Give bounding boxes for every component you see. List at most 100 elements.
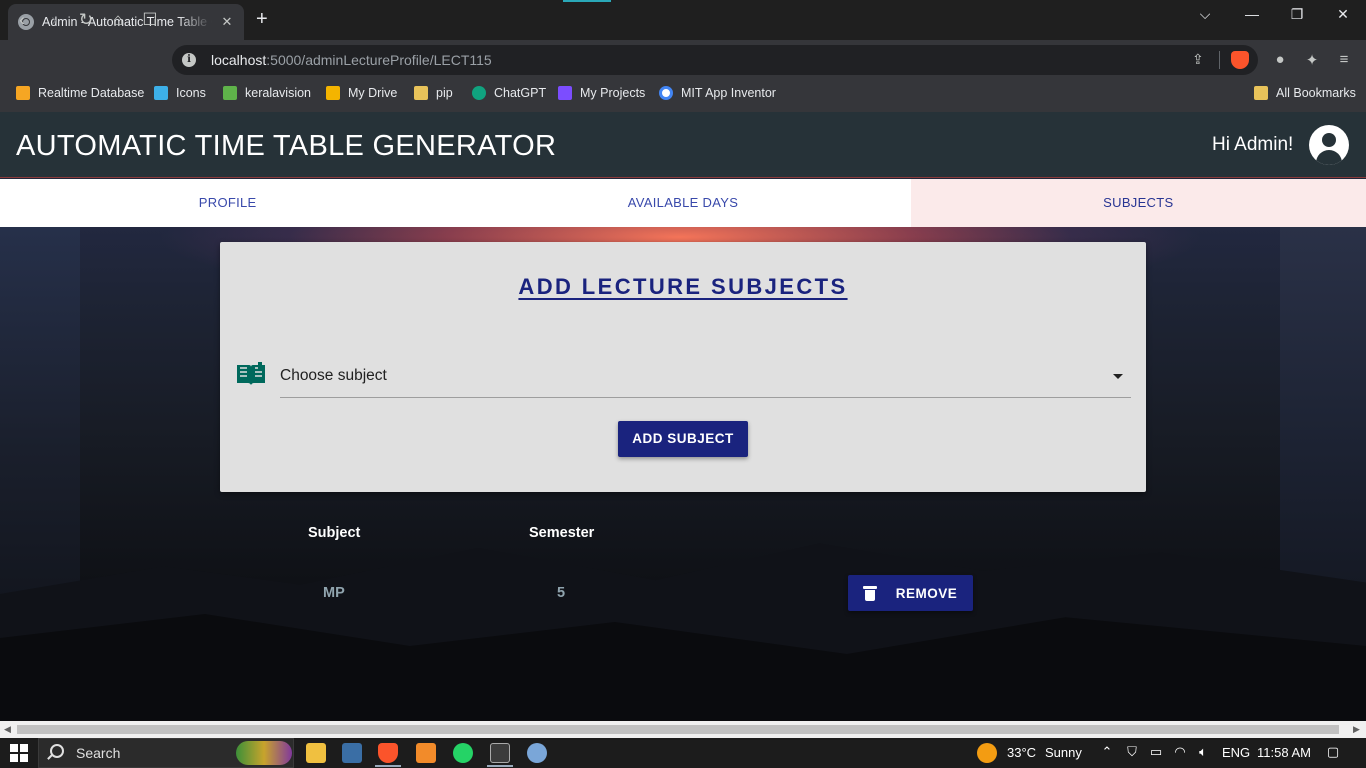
- notifications-icon[interactable]: ▢: [1324, 744, 1342, 760]
- bookmark-icon[interactable]: ☐: [138, 8, 162, 32]
- icons8-icon: [154, 86, 168, 100]
- remove-subject-button[interactable]: REMOVE: [848, 575, 973, 611]
- app-header: AUTOMATIC TIME TABLE GENERATOR Hi Admin!: [0, 112, 1366, 178]
- url-path: :5000/adminLectureProfile/LECT115: [266, 52, 492, 68]
- tab-profile[interactable]: PROFILE: [0, 179, 455, 227]
- bookmark-label: ChatGPT: [494, 86, 547, 100]
- chatgpt-icon: [472, 86, 486, 100]
- bolt-icon: [558, 86, 572, 100]
- volume-icon[interactable]: 🔈︎: [1194, 744, 1212, 760]
- add-subject-card: ADD LECTURE SUBJECTS Choose subject ADD …: [220, 242, 1146, 492]
- bookmark-my-drive[interactable]: My Drive: [326, 86, 397, 100]
- menu-icon[interactable]: ≡: [1334, 51, 1354, 68]
- keyboard-icon[interactable]: [342, 743, 362, 763]
- url-text[interactable]: localhost:5000/adminLectureProfile/LECT1…: [211, 52, 492, 68]
- bookmark-label: My Drive: [348, 86, 398, 100]
- add-subject-button[interactable]: ADD SUBJECT: [618, 421, 748, 457]
- bookmark-chatgpt[interactable]: ChatGPT: [472, 86, 546, 100]
- book-open-icon: [237, 362, 265, 385]
- minimize-button[interactable]: —: [1240, 6, 1264, 22]
- bookmark-label: pip: [436, 86, 453, 100]
- avatar-body: [1316, 150, 1342, 165]
- reload-button[interactable]: ↻: [74, 8, 98, 32]
- weather-temperature[interactable]: 33°C: [1007, 745, 1036, 760]
- sublime-text-icon[interactable]: [416, 743, 436, 763]
- extensions-icon[interactable]: ✦: [1302, 51, 1322, 69]
- close-window-button[interactable]: ✕: [1331, 6, 1355, 23]
- folder-icon: [1254, 86, 1268, 100]
- wallet-icon[interactable]: ●: [1270, 51, 1290, 68]
- tab-available-days[interactable]: AVAILABLE DAYS: [455, 179, 910, 227]
- url-host: localhost: [211, 52, 267, 68]
- file-explorer-icon[interactable]: [306, 743, 326, 763]
- remove-button-label: REMOVE: [895, 585, 958, 601]
- active-indicator: [563, 0, 611, 2]
- trash-icon: [862, 585, 877, 601]
- firebase-icon: [16, 86, 30, 100]
- card-heading: ADD LECTURE SUBJECTS: [518, 274, 848, 299]
- app-icon[interactable]: [527, 743, 547, 763]
- bookmark-mit-app-inventor[interactable]: MIT App Inventor: [659, 86, 776, 100]
- search-icon: [50, 744, 64, 758]
- terminal-icon[interactable]: [490, 743, 510, 763]
- home-button[interactable]: ⌂: [106, 8, 130, 32]
- bookmark-pip[interactable]: pip: [414, 86, 453, 100]
- bookmark-label: keralavision: [245, 86, 312, 100]
- bookmark-label: My Projects: [580, 86, 646, 100]
- admin-greeting: Hi Admin!: [1212, 134, 1294, 155]
- all-bookmarks[interactable]: All Bookmarks: [1254, 86, 1356, 100]
- tab-subjects[interactable]: SUBJECTS: [910, 179, 1366, 227]
- keralavision-icon: [223, 86, 237, 100]
- new-tab-button[interactable]: +: [256, 9, 268, 29]
- search-highlight-icon[interactable]: [236, 741, 292, 765]
- close-tab-icon[interactable]: ✕: [218, 14, 236, 30]
- profile-tabs: PROFILE AVAILABLE DAYS SUBJECTS: [0, 179, 1366, 227]
- share-icon[interactable]: ⇪: [1192, 51, 1204, 68]
- bookmark-icons[interactable]: Icons: [154, 86, 206, 100]
- column-header-subject: Subject: [308, 525, 361, 541]
- forward-button[interactable]: ›: [42, 8, 66, 32]
- scroll-right-arrow-icon[interactable]: ▶: [1353, 724, 1360, 735]
- avatar-head: [1322, 133, 1336, 147]
- bookmark-label: Icons: [176, 86, 206, 100]
- tab-search-chevron-icon[interactable]: ⌵: [1193, 6, 1217, 23]
- all-bookmarks-label: All Bookmarks: [1276, 86, 1356, 100]
- site-info-icon[interactable]: i: [182, 53, 196, 67]
- taskbar-search-label: Search: [76, 745, 121, 761]
- app-title: AUTOMATIC TIME TABLE GENERATOR: [16, 130, 557, 162]
- account-circle-icon[interactable]: [1309, 125, 1349, 165]
- bookmark-label: MIT App Inventor: [681, 86, 776, 100]
- security-icon[interactable]: ⛉: [1123, 744, 1141, 760]
- clock[interactable]: 11:58 AM: [1257, 745, 1311, 760]
- weather-condition[interactable]: Sunny: [1045, 745, 1082, 760]
- omnibox-divider: [1219, 51, 1220, 69]
- bookmark-my-projects[interactable]: My Projects: [558, 86, 645, 100]
- dropdown-arrow-icon: [1113, 374, 1123, 379]
- sun-icon[interactable]: [977, 743, 997, 763]
- active-app-indicator: [487, 765, 513, 767]
- column-header-semester: Semester: [529, 525, 595, 541]
- windows-start-icon[interactable]: [10, 744, 28, 762]
- bookmark-label: Realtime Database: [38, 86, 145, 100]
- bookmark-realtime-database[interactable]: Realtime Database: [16, 86, 144, 100]
- whatsapp-icon[interactable]: [453, 743, 473, 763]
- scrollbar-thumb[interactable]: [17, 725, 1339, 734]
- cell-subject: MP: [323, 585, 345, 601]
- brave-shields-icon[interactable]: [1231, 51, 1249, 69]
- input-language[interactable]: ENG: [1222, 745, 1250, 760]
- battery-icon[interactable]: ▭: [1147, 744, 1165, 760]
- bookmark-keralavision[interactable]: keralavision: [223, 86, 311, 100]
- brave-browser-icon[interactable]: [378, 743, 398, 763]
- page-viewport: AUTOMATIC TIME TABLE GENERATOR Hi Admin!…: [0, 112, 1366, 721]
- show-hidden-icons-chevron-icon[interactable]: ⌃: [1098, 744, 1116, 760]
- cell-semester: 5: [557, 585, 566, 601]
- google-icon: [659, 86, 673, 100]
- active-app-indicator: [375, 765, 401, 767]
- folder-icon: [414, 86, 428, 100]
- subject-select[interactable]: Choose subject: [280, 358, 1131, 398]
- restore-button[interactable]: ❐: [1285, 6, 1309, 23]
- scroll-left-arrow-icon[interactable]: ◀: [4, 724, 11, 735]
- back-button[interactable]: ‹: [10, 8, 34, 32]
- wifi-icon[interactable]: ◠: [1171, 744, 1189, 760]
- subject-select-value: Choose subject: [280, 367, 387, 384]
